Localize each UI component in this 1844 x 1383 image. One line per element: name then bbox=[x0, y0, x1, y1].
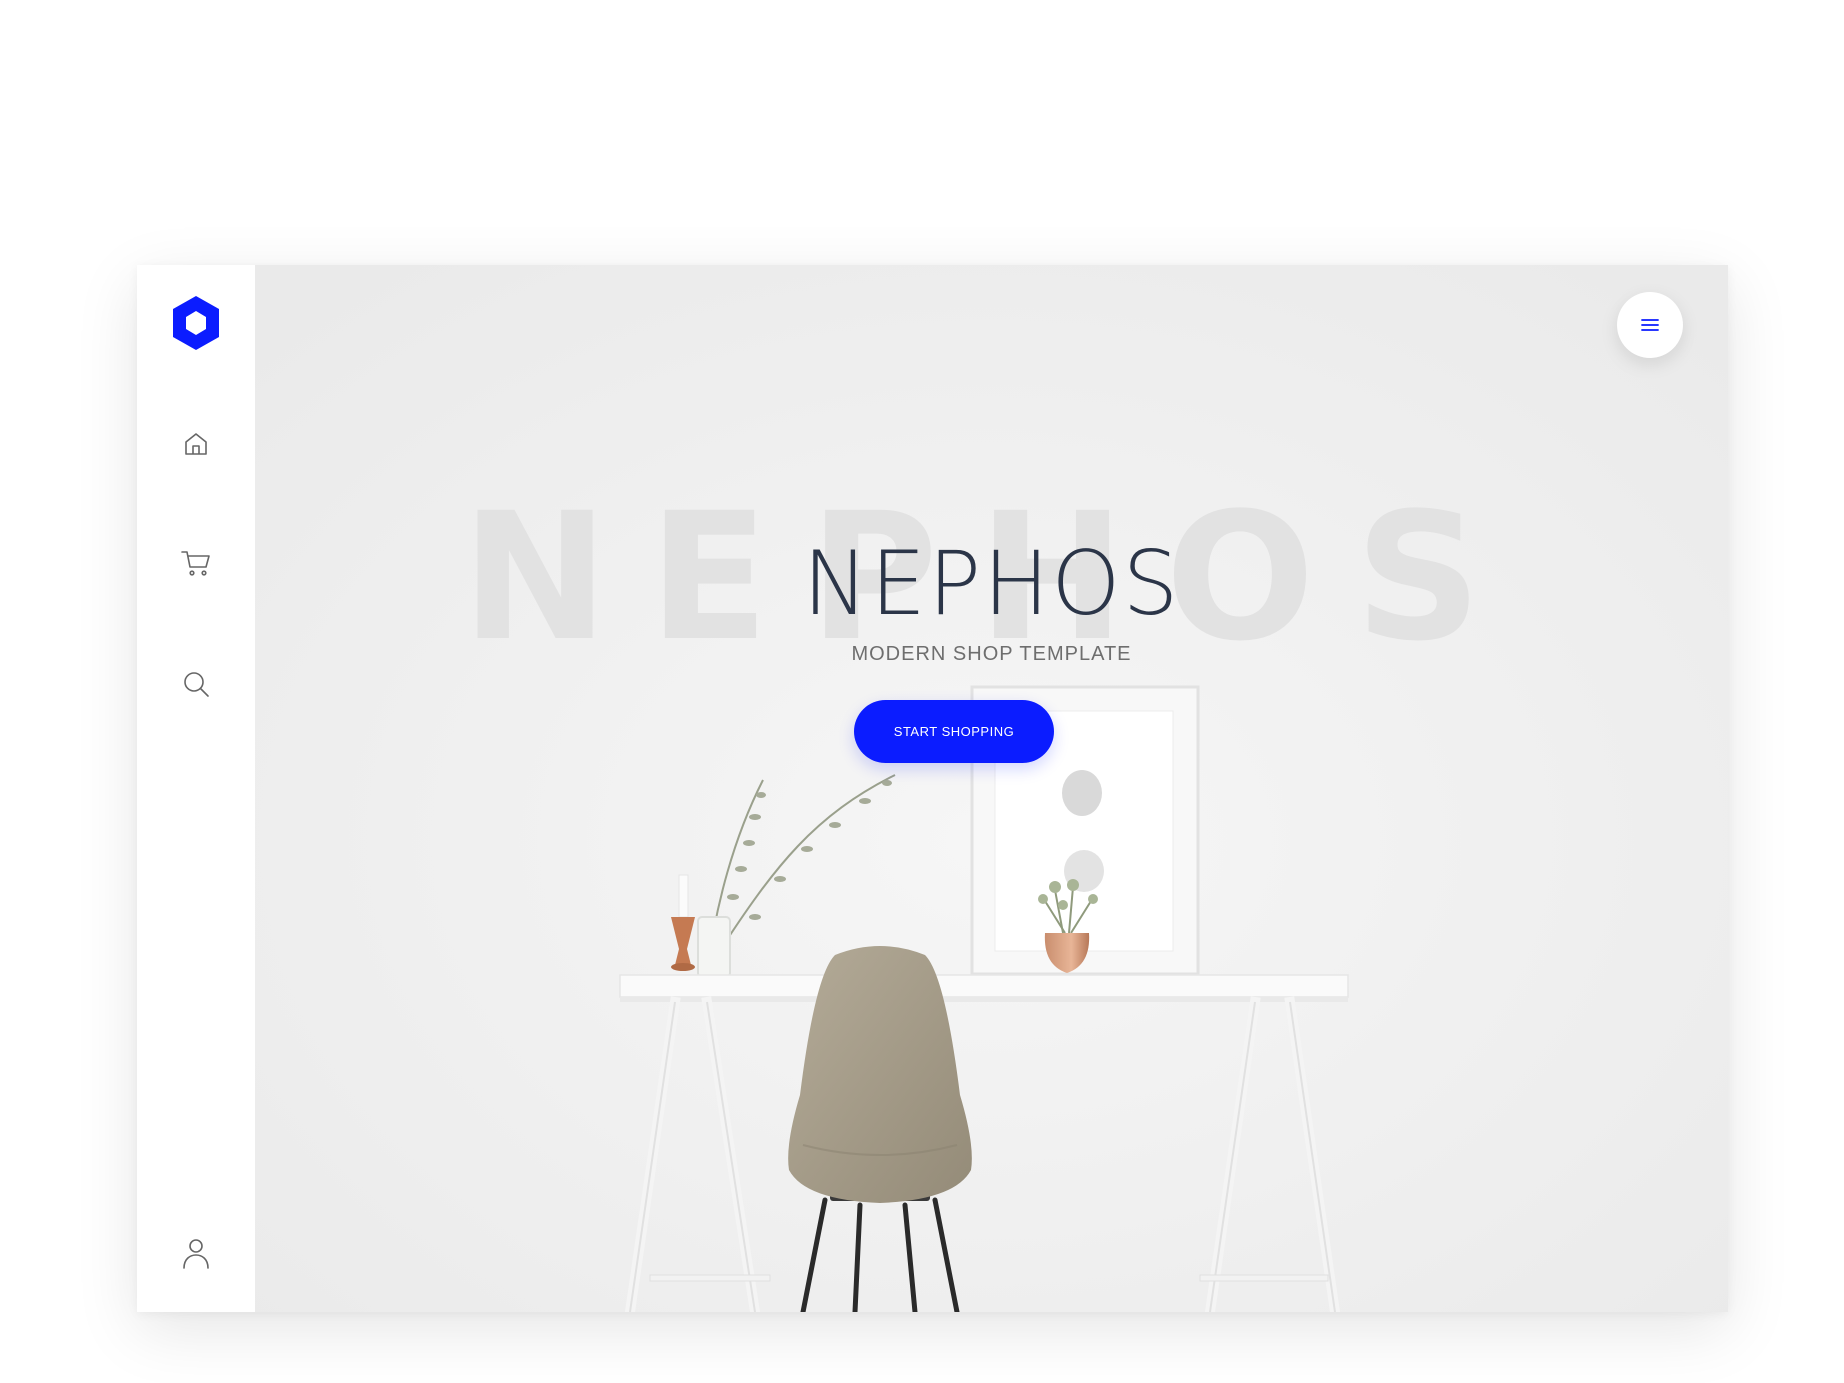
start-shopping-button[interactable]: START SHOPPING bbox=[854, 700, 1054, 763]
user-icon[interactable] bbox=[173, 1230, 219, 1276]
hero-section: NEPHOS NEPHOS MODERN SHOP TEMPLATE START… bbox=[255, 265, 1728, 1312]
home-icon[interactable] bbox=[173, 421, 219, 467]
search-icon[interactable] bbox=[173, 661, 219, 707]
app-window: NEPHOS NEPHOS MODERN SHOP TEMPLATE START… bbox=[137, 265, 1728, 1312]
brand-title: NEPHOS bbox=[802, 532, 1181, 635]
hexagon-logo-icon[interactable] bbox=[170, 294, 222, 352]
cart-icon[interactable] bbox=[173, 540, 219, 586]
brand-subtitle: MODERN SHOP TEMPLATE bbox=[851, 643, 1132, 665]
sidebar bbox=[137, 265, 255, 1312]
hero-photo bbox=[255, 265, 1728, 1312]
hamburger-menu-icon[interactable] bbox=[1617, 292, 1683, 358]
